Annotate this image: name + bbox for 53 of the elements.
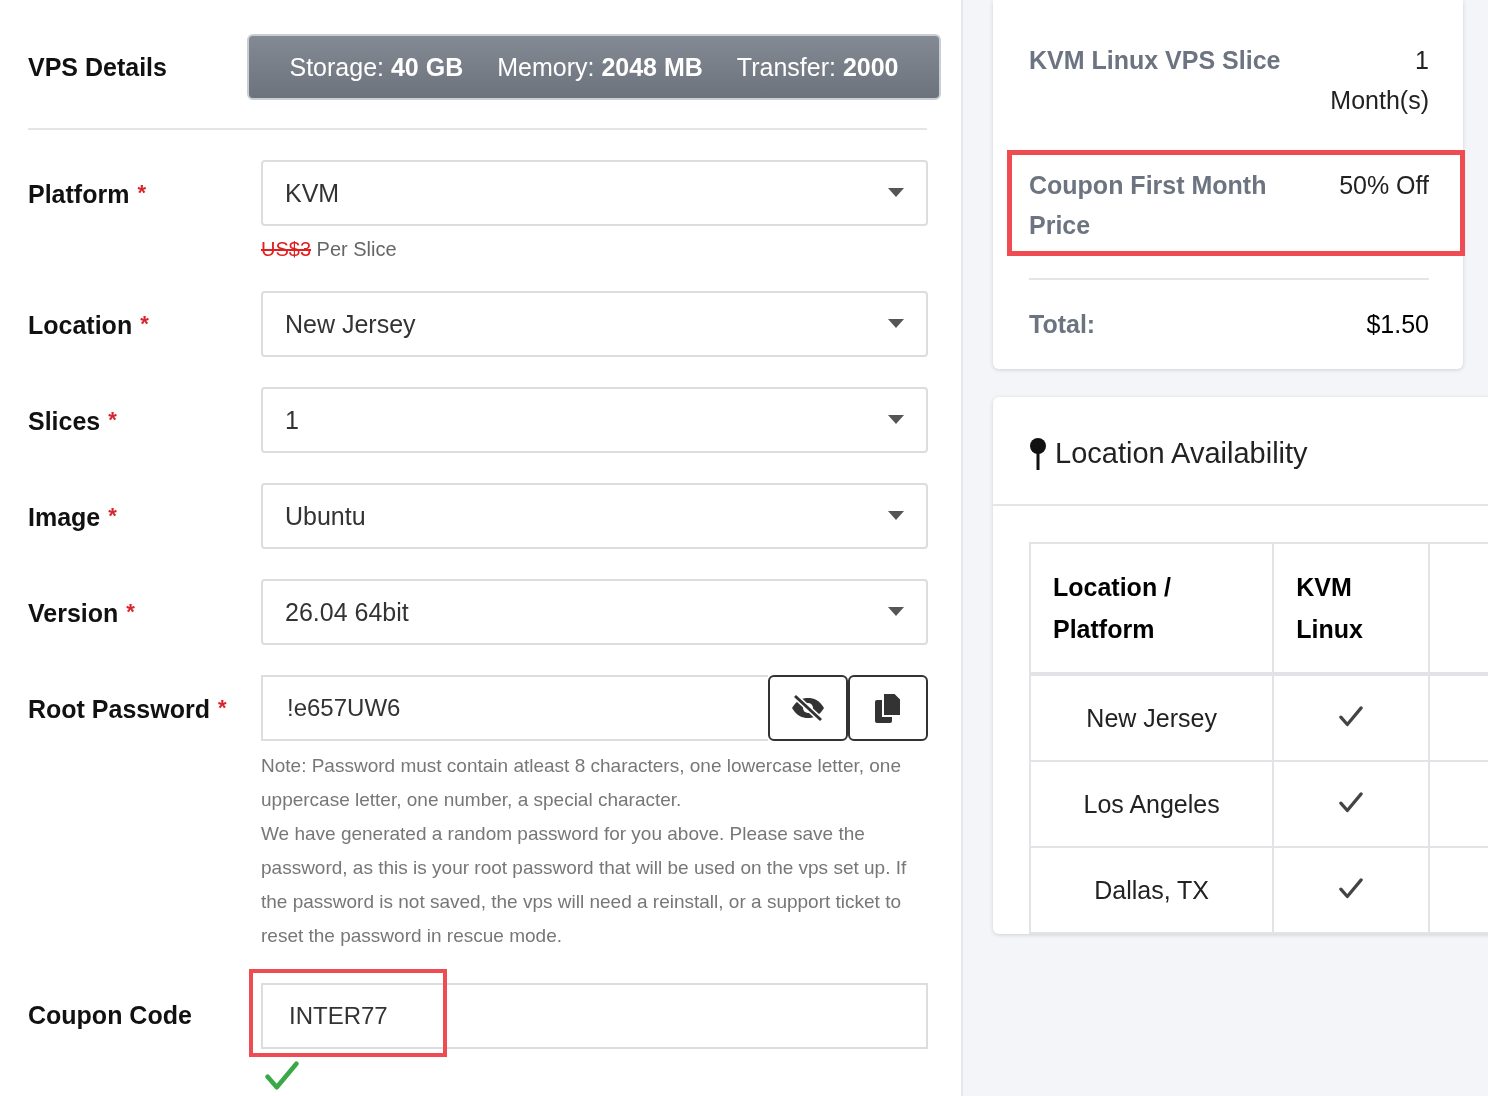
map-pin-icon (1029, 437, 1047, 470)
price-note: US$3 Per Slice (261, 238, 398, 261)
summary-label: Coupon First Month Price (1029, 170, 1268, 241)
table-cell: Los Angeles (1030, 761, 1274, 847)
field-label: Coupon Code (28, 1001, 192, 1029)
password-note: Note: Password must contain atleast 8 characters, one lowercase letter, one uppercase letter, one number, a special character. (261, 754, 902, 812)
coupon-input-field[interactable]: INTER77 (261, 983, 928, 1049)
select-dropdown[interactable]: 26.04 64bit (261, 579, 928, 645)
required-asterisk: * (108, 503, 117, 528)
card-title: Location Availability (1055, 437, 1308, 470)
required-asterisk: * (140, 311, 149, 336)
password-field[interactable]: !e657UW6 (261, 675, 768, 741)
column-header: KVM Linux (1273, 543, 1429, 674)
dropdown-caret-icon (888, 188, 904, 198)
dropdown-caret-icon (888, 319, 904, 329)
select-dropdown[interactable]: KVM (261, 160, 928, 226)
checkmark-icon (1339, 878, 1363, 899)
hide-password-button[interactable] (768, 675, 848, 741)
spec-text: Transfer: 2000 (736, 52, 899, 82)
spec-text: Memory: 2048 MB (497, 52, 703, 82)
summary-label: KVM Linux VPS Slice (1029, 45, 1282, 76)
column-header: Location / Platform (1030, 543, 1274, 674)
summary-value: 1 Month(s) (1329, 45, 1429, 116)
summary-value: 50% Off (1338, 170, 1429, 201)
dropdown-caret-icon (888, 415, 904, 425)
required-asterisk: * (137, 180, 146, 205)
checkmark-icon (1339, 706, 1363, 727)
required-asterisk: * (126, 599, 135, 624)
field-label: Version (28, 599, 119, 627)
eye-slash-icon (790, 694, 826, 722)
checkmark-icon (265, 1061, 299, 1090)
field-label: Image (28, 503, 101, 531)
select-dropdown[interactable]: Ubuntu (261, 483, 928, 549)
field-label: Location (28, 311, 133, 339)
table-cell: New Jersey (1030, 674, 1274, 761)
field-label: Slices (28, 407, 101, 435)
checkmark-icon (1339, 792, 1363, 813)
field-label: Platform (28, 180, 130, 208)
section-label: VPS Details (28, 52, 168, 82)
select-dropdown[interactable]: 1 (261, 387, 928, 453)
password-note: We have generated a random password for you above. Please save the password, as this is your root password that will be used on the vps set up. If the password is not saved, the vps will need a reinstall, or a support ticket to reset the password in rescue mode. (261, 822, 908, 948)
field-label: Root Password (28, 695, 210, 723)
total-label: Total: (1029, 310, 1097, 339)
copy-icon (875, 693, 901, 723)
required-asterisk: * (218, 695, 227, 720)
dropdown-caret-icon (888, 607, 904, 617)
required-asterisk: * (108, 407, 117, 432)
dropdown-caret-icon (888, 511, 904, 521)
spec-text: Storage: 40 GB (289, 52, 464, 82)
copy-button[interactable] (848, 675, 928, 741)
table-cell: Dallas, TX (1030, 847, 1274, 933)
total-value: $1.50 (1366, 310, 1429, 339)
select-dropdown[interactable]: New Jersey (261, 291, 928, 357)
